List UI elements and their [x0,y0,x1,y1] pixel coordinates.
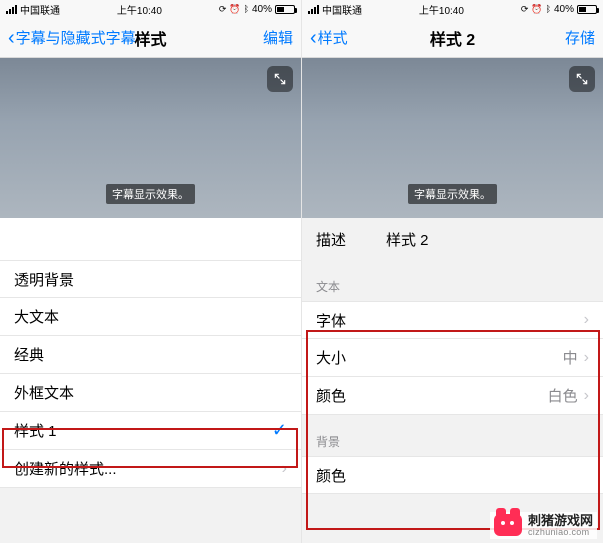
caption-preview: 字幕显示效果。 [302,58,603,218]
background-color-row[interactable]: 颜色 [302,456,603,494]
save-button[interactable]: 存储 [565,27,595,48]
watermark-domain: cizhuniao.com [528,528,593,537]
style-label: 透明背景 [14,269,74,290]
fullscreen-button[interactable] [569,66,595,92]
text-color-row[interactable]: 颜色 白色 › [302,377,603,415]
color-label: 颜色 [316,385,346,406]
chevron-left-icon: ‹ [8,28,15,48]
nav-bar: ‹ 字幕与隐藏式字幕 样式 编辑 [0,18,301,58]
screen-styles-list: 中国联通 上午10:40 ⟳ ⏰ ᛒ 40% ‹ 字幕与隐藏式字幕 样式 编辑 [0,0,302,543]
status-time: 上午10:40 [117,2,162,17]
screen-style-editor: 中国联通 上午10:40 ⟳ ⏰ ᛒ 40% ‹ 样式 样式 2 存储 字幕显 [302,0,603,543]
battery-icon [275,5,295,14]
description-label: 描述 [316,229,346,250]
alarm-icon: ⏰ [531,5,542,14]
description-row[interactable]: 描述 样式 2 [302,218,603,260]
style-option-transparent[interactable]: 透明背景 [0,260,301,298]
style-label: 外框文本 [14,382,74,403]
back-label: 字幕与隐藏式字幕 [16,27,136,48]
background-settings-group: 颜色 [302,456,603,494]
style-option-outline[interactable]: 外框文本 [0,374,301,412]
back-button[interactable]: ‹ 字幕与隐藏式字幕 [8,27,136,48]
status-bar: 中国联通 上午10:40 ⟳ ⏰ ᛒ 40% [302,0,603,18]
edit-button[interactable]: 编辑 [263,27,293,48]
status-bar: 中国联通 上午10:40 ⟳ ⏰ ᛒ 40% [0,0,301,18]
chevron-right-icon: › [584,311,589,329]
chevron-right-icon: › [584,349,589,367]
expand-icon [575,72,589,86]
watermark-logo-icon [494,514,522,536]
style-option-style1[interactable]: 样式 1 ✓ [0,412,301,450]
carrier-label: 中国联通 [20,2,60,17]
color-value: 白色 [548,385,578,406]
expand-icon [273,72,287,86]
battery-pct: 40% [554,4,574,15]
bluetooth-icon: ᛒ [244,5,249,14]
watermark: 刺猪游戏网 cizhuniao.com [490,512,597,539]
back-label: 样式 [318,27,348,48]
fullscreen-button[interactable] [267,66,293,92]
text-settings-group: 字体 › 大小 中 › 颜色 白色 › [302,301,603,415]
back-button[interactable]: ‹ 样式 [310,27,348,48]
chevron-right-icon: › [584,387,589,405]
spacer [0,218,301,260]
size-value: 中 [563,347,578,368]
style-list: 透明背景 大文本 经典 外框文本 样式 1 ✓ 创建新的样式... › [0,260,301,488]
bluetooth-icon: ᛒ [546,5,551,14]
signal-icon [308,5,319,14]
section-header-text: 文本 [302,260,603,301]
checkmark-icon: ✓ [272,420,287,441]
chevron-left-icon: ‹ [310,28,317,48]
caption-preview: 字幕显示效果。 [0,58,301,218]
nav-bar: ‹ 样式 样式 2 存储 [302,18,603,58]
watermark-name: 刺猪游戏网 [528,514,593,528]
chevron-right-icon: › [282,460,287,478]
bg-color-label: 颜色 [316,465,346,486]
style-label: 大文本 [14,306,59,327]
caption-sample-text: 字幕显示效果。 [106,184,195,204]
battery-pct: 40% [252,4,272,15]
create-new-label: 创建新的样式... [14,458,117,479]
carrier-label: 中国联通 [322,2,362,17]
caption-sample-text: 字幕显示效果。 [408,184,497,204]
rotation-lock-icon: ⟳ [219,5,227,14]
style-option-large-text[interactable]: 大文本 [0,298,301,336]
style-label: 经典 [14,344,44,365]
section-header-background: 背景 [302,415,603,456]
signal-icon [6,5,17,14]
size-label: 大小 [316,347,346,368]
alarm-icon: ⏰ [229,5,240,14]
font-label: 字体 [316,310,346,331]
style-label: 样式 1 [14,420,57,441]
description-value: 样式 2 [386,229,429,250]
battery-icon [577,5,597,14]
font-row[interactable]: 字体 › [302,301,603,339]
style-option-classic[interactable]: 经典 [0,336,301,374]
status-time: 上午10:40 [419,2,464,17]
rotation-lock-icon: ⟳ [521,5,529,14]
size-row[interactable]: 大小 中 › [302,339,603,377]
create-new-style-button[interactable]: 创建新的样式... › [0,450,301,488]
